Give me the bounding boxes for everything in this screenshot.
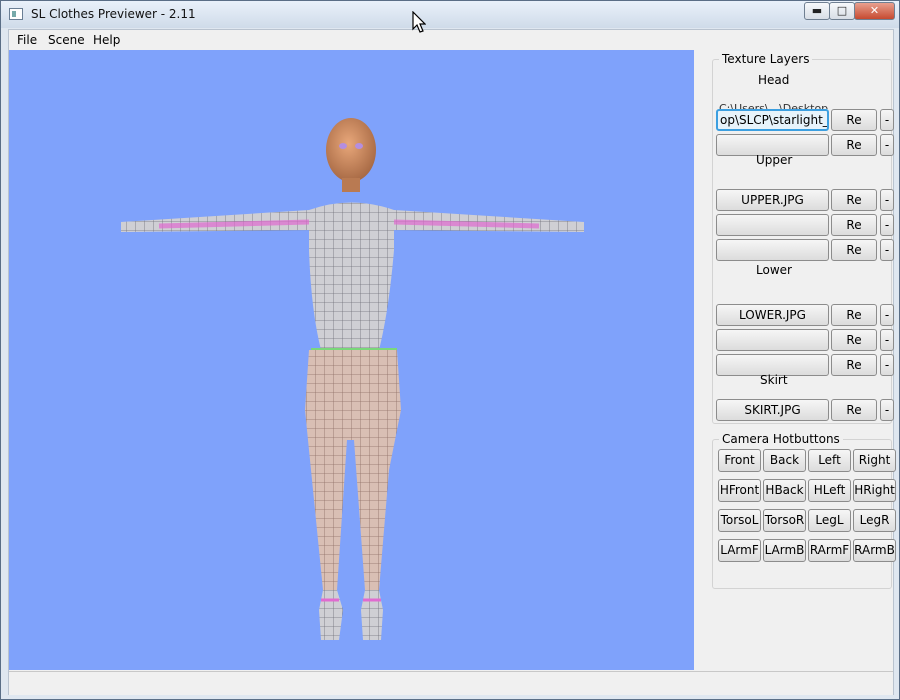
avatar-head <box>326 118 376 182</box>
camera-hotbuttons-group: Camera Hotbuttons Front Back Left Right … <box>712 432 896 589</box>
upper-layer-2-remove[interactable]: - <box>880 214 894 236</box>
camera-rarmf-button[interactable]: RArmF <box>808 539 851 562</box>
menu-bar: File Scene Help <box>9 30 893 50</box>
lower-layer-1-remove[interactable]: - <box>880 304 894 326</box>
minimize-button[interactable]: ▬ <box>804 2 830 20</box>
camera-hright-button[interactable]: HRight <box>853 479 896 502</box>
menu-scene[interactable]: Scene <box>48 33 85 47</box>
minimize-icon: ▬ <box>811 4 823 17</box>
window-title: SL Clothes Previewer - 2.11 <box>31 7 196 21</box>
head-layer-1-remove[interactable]: - <box>880 109 894 131</box>
upper-layer-2-reload[interactable]: Re <box>831 214 877 236</box>
camera-right-button[interactable]: Right <box>853 449 896 472</box>
upper-layer-3-reload[interactable]: Re <box>831 239 877 261</box>
lower-layer-3-remove[interactable]: - <box>880 354 894 376</box>
menu-file[interactable]: File <box>17 33 37 47</box>
texture-layers-group: Texture Layers Head C:\Users\...\Desktop… <box>712 52 894 424</box>
camera-torsor-button[interactable]: TorsoR <box>763 509 806 532</box>
avatar-torso <box>309 202 394 350</box>
camera-hfront-button[interactable]: HFront <box>718 479 761 502</box>
upper-layer-1-remove[interactable]: - <box>880 189 894 211</box>
head-label: Head <box>758 73 790 87</box>
upper-layer-2-file[interactable] <box>716 214 829 236</box>
upper-layer-1-reload[interactable]: Re <box>831 189 877 211</box>
camera-left-button[interactable]: Left <box>808 449 851 472</box>
lower-label: Lower <box>756 263 792 277</box>
close-button[interactable]: ✕ <box>854 2 895 20</box>
camera-back-button[interactable]: Back <box>763 449 806 472</box>
3d-viewport[interactable] <box>9 50 694 670</box>
head-layer-2-reload[interactable]: Re <box>831 134 877 156</box>
upper-label: Upper <box>756 153 793 167</box>
title-bar[interactable]: SL Clothes Previewer - 2.11 ▬ □ ✕ <box>1 1 899 28</box>
camera-legl-button[interactable]: LegL <box>808 509 851 532</box>
camera-hback-button[interactable]: HBack <box>763 479 806 502</box>
avatar-legs <box>305 350 401 590</box>
lower-layer-1-file[interactable]: LOWER.JPG <box>716 304 829 326</box>
camera-rarmb-button[interactable]: RArmB <box>853 539 896 562</box>
lower-layer-3-reload[interactable]: Re <box>831 354 877 376</box>
side-panel: Texture Layers Head C:\Users\...\Desktop… <box>694 50 896 670</box>
camera-larmb-button[interactable]: LArmB <box>763 539 806 562</box>
camera-hotbuttons-title: Camera Hotbuttons <box>719 432 843 446</box>
maximize-button[interactable]: □ <box>829 2 855 20</box>
avatar-model <box>121 118 584 640</box>
head-layer-1-reload[interactable]: Re <box>831 109 877 131</box>
lower-layer-2-remove[interactable]: - <box>880 329 894 351</box>
menu-help[interactable]: Help <box>93 33 120 47</box>
lower-layer-1-reload[interactable]: Re <box>831 304 877 326</box>
upper-layer-3-file[interactable] <box>716 239 829 261</box>
lower-layer-2-file[interactable] <box>716 329 829 351</box>
app-window: SL Clothes Previewer - 2.11 ▬ □ ✕ File S… <box>0 0 900 700</box>
status-bar <box>9 671 893 695</box>
upper-layer-1-file[interactable]: UPPER.JPG <box>716 189 829 211</box>
camera-hleft-button[interactable]: HLeft <box>808 479 851 502</box>
texture-layers-title: Texture Layers <box>719 52 813 66</box>
maximize-icon: □ <box>836 4 848 17</box>
camera-front-button[interactable]: Front <box>718 449 761 472</box>
close-icon: ✕ <box>869 4 880 17</box>
lower-layer-2-reload[interactable]: Re <box>831 329 877 351</box>
client-area: File Scene Help Texture Layers Head op\S… <box>8 29 896 695</box>
head-layer-1-file[interactable]: op\SLCP\starlight_fa <box>716 109 829 131</box>
window-app-icon <box>9 8 23 20</box>
camera-larmf-button[interactable]: LArmF <box>718 539 761 562</box>
head-layer-2-remove[interactable]: - <box>880 134 894 156</box>
upper-layer-3-remove[interactable]: - <box>880 239 894 261</box>
skirt-layer-1-reload[interactable]: Re <box>831 399 877 421</box>
camera-torsol-button[interactable]: TorsoL <box>718 509 761 532</box>
skirt-label: Skirt <box>760 373 788 387</box>
skirt-layer-1-file[interactable]: SKIRT.JPG <box>716 399 829 421</box>
skirt-layer-1-remove[interactable]: - <box>880 399 894 421</box>
camera-legr-button[interactable]: LegR <box>853 509 896 532</box>
